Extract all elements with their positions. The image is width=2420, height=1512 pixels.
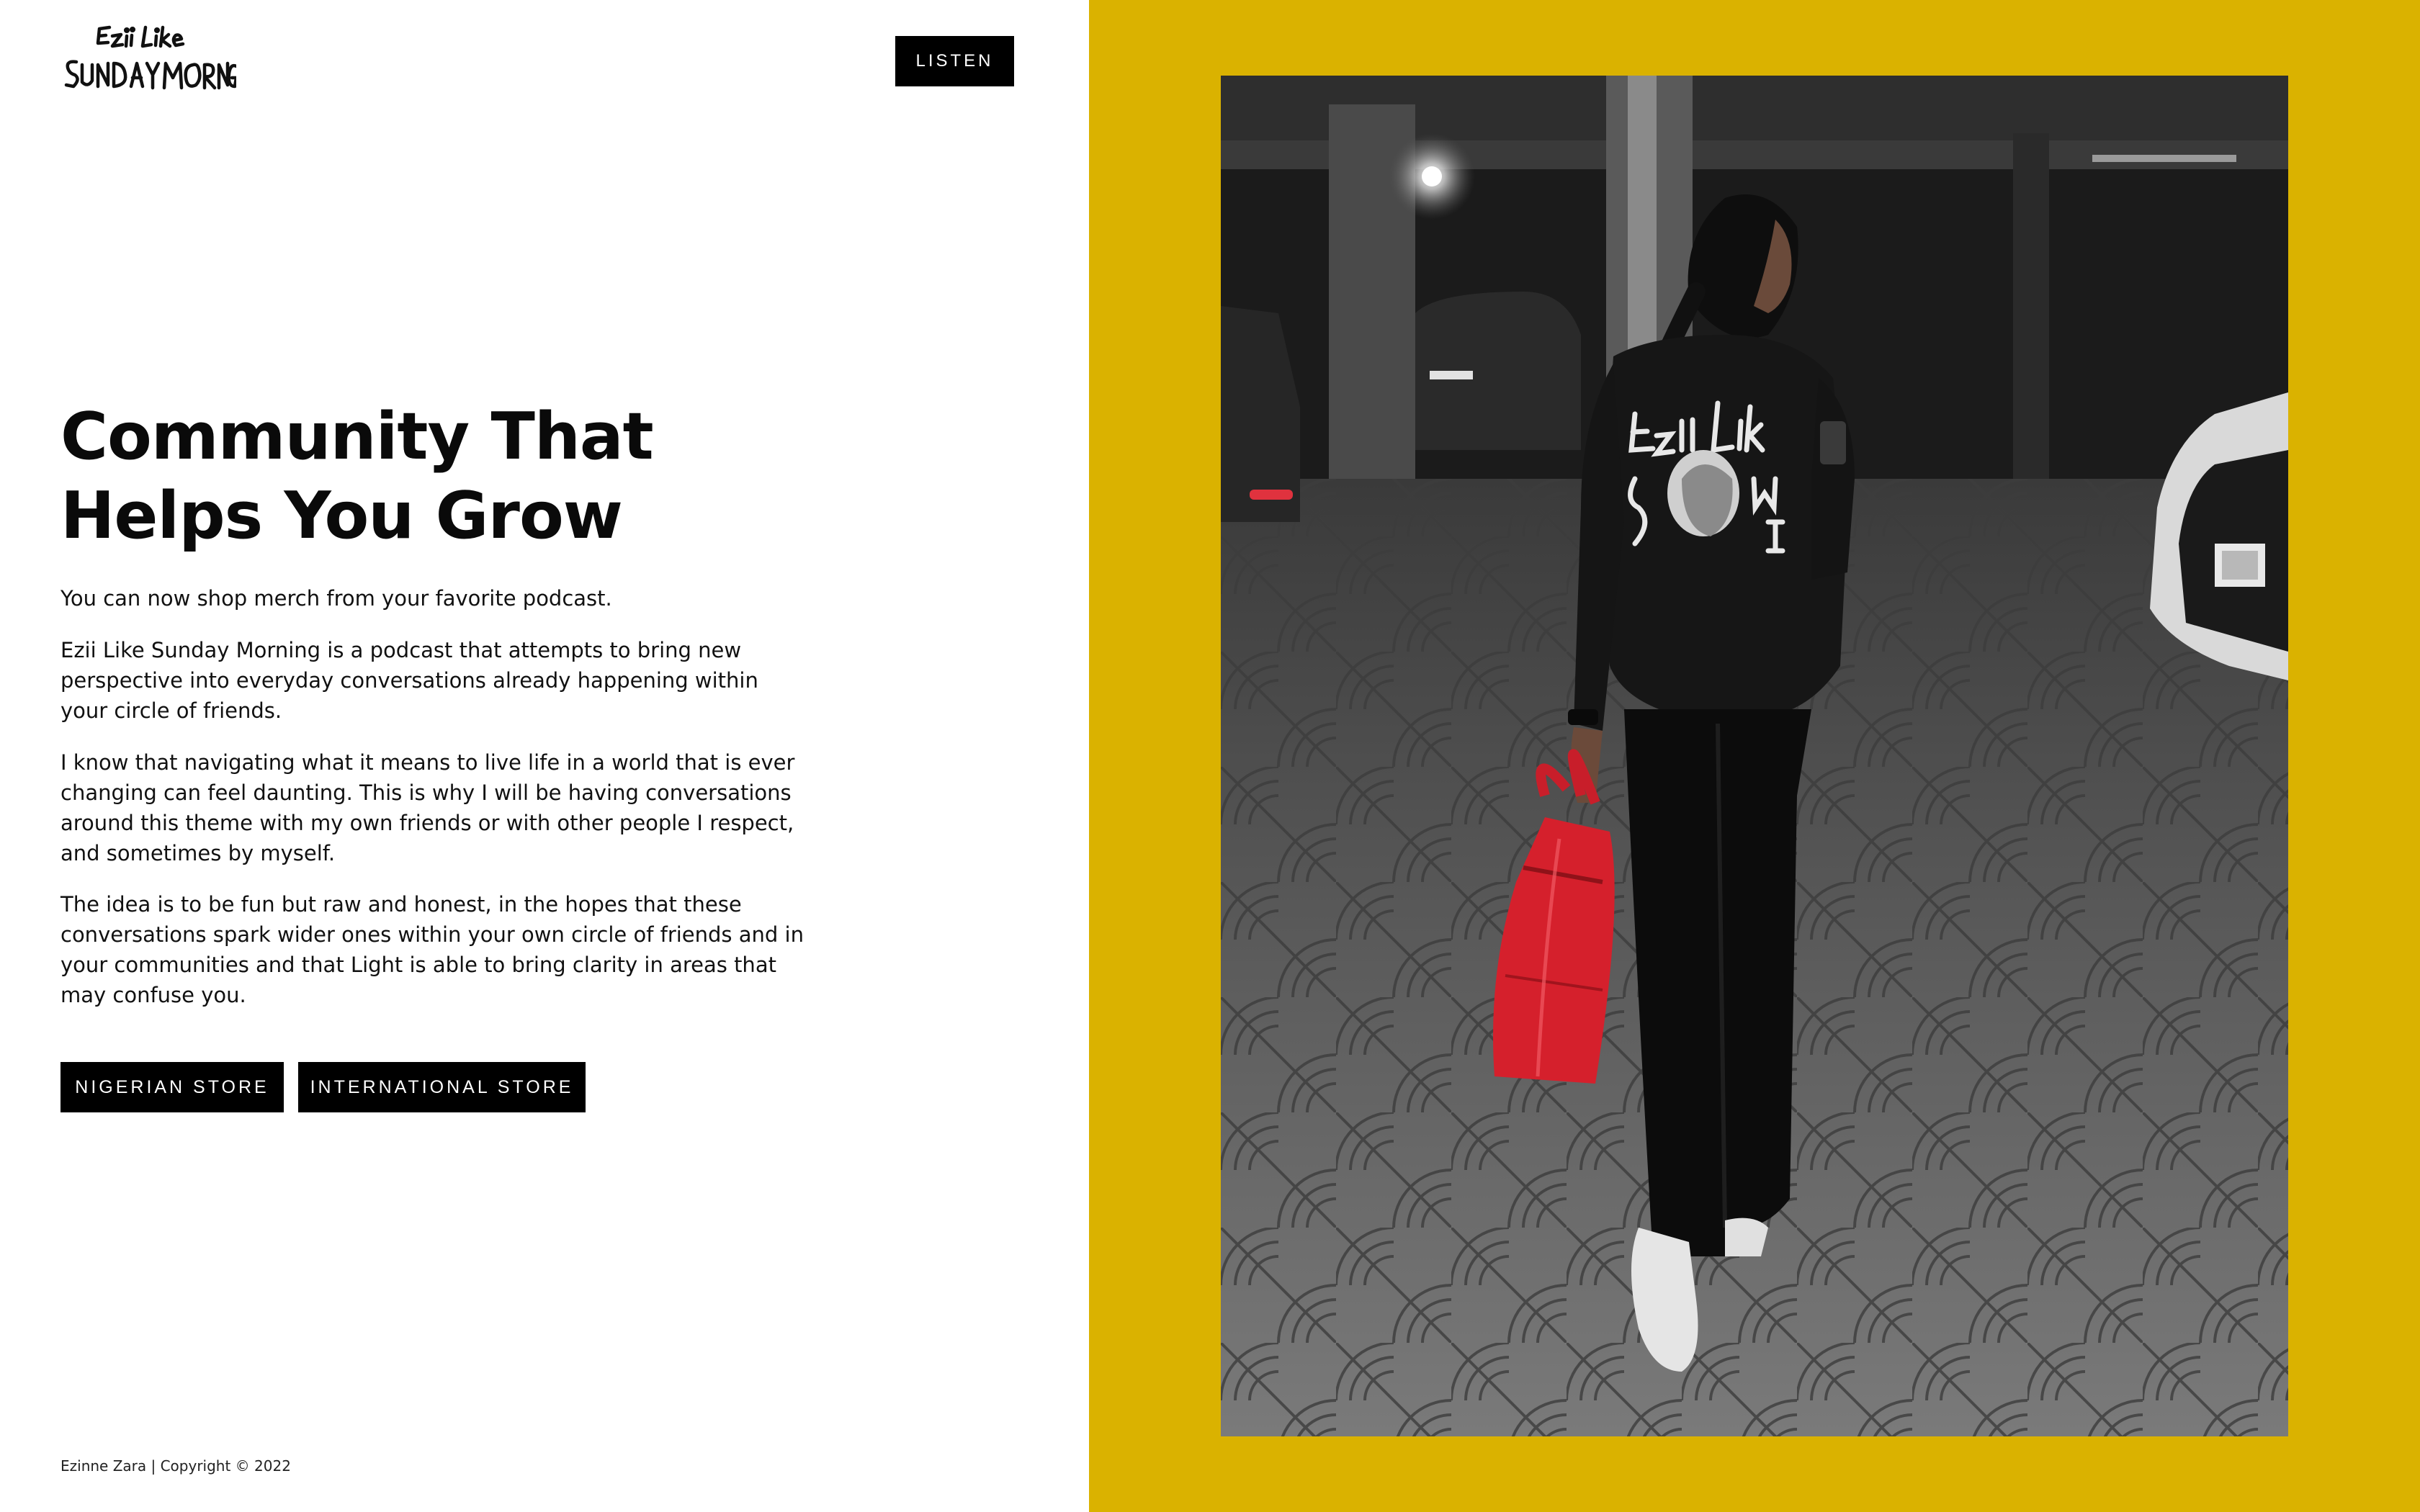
- paragraph-line: and sometimes by myself.: [60, 841, 336, 865]
- paragraph-line: changing can feel daunting. This is why …: [60, 780, 792, 805]
- idea-paragraph: The idea is to be fun but raw and honest…: [60, 889, 804, 1010]
- paragraph-line: conversations spark wider ones within yo…: [60, 922, 804, 947]
- paragraph-line: around this theme with my own friends or…: [60, 811, 794, 835]
- paragraph-line: The idea is to be fun but raw and honest…: [60, 892, 742, 917]
- listen-button[interactable]: LISTEN: [895, 36, 1014, 86]
- paragraph-line: your communities and that Light is able …: [60, 953, 776, 977]
- about-paragraph: Ezii Like Sunday Morning is a podcast th…: [60, 635, 781, 726]
- paragraph-line: may confuse you.: [60, 983, 246, 1007]
- content-pane: LISTEN Community That Helps You Grow You…: [0, 0, 1089, 1512]
- logo-wordmark-graphic: [64, 25, 236, 90]
- nigerian-store-button[interactable]: NIGERIAN STORE: [60, 1062, 284, 1112]
- site-logo[interactable]: [60, 22, 236, 99]
- page-title: Community That Helps You Grow: [60, 397, 781, 556]
- merch-photo-illustration: [1221, 76, 2288, 1436]
- paragraph-line: perspective into everyday conversations …: [60, 668, 758, 693]
- paragraph-line: I know that navigating what it means to …: [60, 750, 795, 775]
- international-store-button[interactable]: INTERNATIONAL STORE: [298, 1062, 586, 1112]
- intro-paragraph: You can now shop merch from your favorit…: [60, 583, 781, 613]
- page-title-line: Community That: [60, 399, 654, 474]
- hero-image-panel: [1089, 0, 2420, 1512]
- paragraph-line: You can now shop merch from your favorit…: [60, 586, 612, 611]
- paragraph-line: Ezii Like Sunday Morning is a podcast th…: [60, 638, 742, 662]
- footer-copyright: Ezinne Zara | Copyright © 2022: [60, 1457, 291, 1475]
- page-title-line: Helps You Grow: [60, 478, 623, 554]
- merch-photo: [1221, 76, 2288, 1436]
- paragraph-line: your circle of friends.: [60, 698, 282, 723]
- theme-paragraph: I know that navigating what it means to …: [60, 747, 795, 868]
